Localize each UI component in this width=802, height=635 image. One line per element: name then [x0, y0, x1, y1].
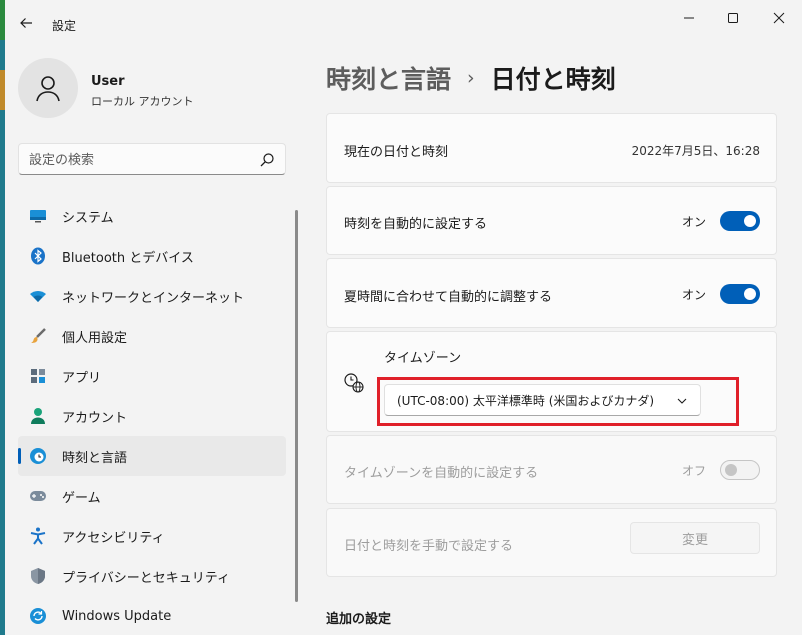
- wifi-icon: [29, 287, 47, 305]
- manual-datetime-label: 日付と時刻を手動で設定する: [344, 539, 514, 554]
- sidebar-item-label: ゲーム: [62, 490, 101, 506]
- sidebar-item-label: Bluetooth とデバイス: [62, 250, 194, 266]
- auto-timezone-card: タイムゾーンを自動的に設定する オフ: [326, 435, 777, 504]
- dst-toggle-group: オン: [682, 284, 760, 304]
- maximize-icon: [728, 13, 738, 23]
- person-icon: [29, 407, 47, 425]
- sidebar-item-label: アクセシビリティ: [62, 530, 165, 546]
- sidebar-item-gaming[interactable]: ゲーム: [18, 476, 286, 516]
- sidebar-item-accounts[interactable]: アカウント: [18, 396, 286, 436]
- shield-icon: [29, 567, 47, 585]
- search-icon[interactable]: [259, 152, 275, 168]
- sidebar-scrollbar[interactable]: [295, 210, 298, 602]
- minimize-icon: [684, 17, 694, 19]
- bluetooth-icon: [29, 247, 47, 265]
- sidebar-item-privacy[interactable]: プライバシーとセキュリティ: [18, 556, 286, 596]
- dst-toggle[interactable]: [720, 284, 760, 304]
- account-type: ローカル アカウント: [91, 95, 194, 108]
- auto-time-label: 時刻を自動的に設定する: [344, 217, 488, 232]
- auto-time-toggle-group: オン: [682, 211, 760, 231]
- person-icon: [36, 76, 60, 102]
- user-profile[interactable]: User ローカル アカウント: [18, 58, 288, 120]
- auto-time-state: オン: [681, 214, 706, 229]
- sidebar-item-network[interactable]: ネットワークとインターネット: [18, 276, 286, 316]
- apps-icon: [29, 367, 47, 385]
- additional-settings-heading: 追加の設定: [326, 612, 392, 627]
- sidebar-item-label: ネットワークとインターネット: [62, 290, 245, 306]
- sidebar-item-label: システム: [62, 210, 114, 226]
- accessibility-icon: [29, 527, 47, 545]
- close-icon: [773, 12, 785, 24]
- timezone-card: タイムゾーン (UTC-08:00) 太平洋標準時 (米国およびカナダ): [326, 331, 777, 432]
- current-datetime-label: 現在の日付と時刻: [344, 145, 449, 160]
- page-title: 日付と時刻: [490, 65, 616, 94]
- update-icon: [29, 607, 47, 625]
- sidebar-item-apps[interactable]: アプリ: [18, 356, 286, 396]
- search-box[interactable]: [18, 143, 286, 175]
- auto-time-card: 時刻を自動的に設定する オン: [326, 186, 777, 255]
- selection-indicator: [18, 448, 21, 464]
- sidebar-item-label: 時刻と言語: [62, 450, 128, 466]
- current-datetime-value: 2022年7月5日、16:28: [631, 144, 760, 158]
- timezone-selected-value: (UTC-08:00) 太平洋標準時 (米国およびカナダ): [397, 393, 655, 408]
- auto-timezone-toggle-group: オフ: [682, 460, 760, 480]
- timezone-dropdown[interactable]: (UTC-08:00) 太平洋標準時 (米国およびカナダ): [384, 384, 701, 416]
- clock-globe-icon: [344, 373, 364, 393]
- sidebar-item-accessibility[interactable]: アクセシビリティ: [18, 516, 286, 556]
- manual-datetime-card: 日付と時刻を手動で設定する 変更: [326, 508, 777, 577]
- sidebar-item-system[interactable]: システム: [18, 196, 286, 236]
- sidebar-nav: システム Bluetooth とデバイス ネットワークとインターネット 個人用設…: [18, 196, 286, 635]
- breadcrumb: 時刻と言語 › 日付と時刻: [326, 58, 616, 98]
- timezone-label: タイムゾーン: [384, 351, 462, 366]
- back-arrow-icon: [20, 18, 32, 28]
- app-title: 設定: [52, 19, 77, 33]
- user-name: User: [91, 74, 125, 89]
- dst-card: 夏時間に合わせて自動的に調整する オン: [326, 258, 777, 328]
- brush-icon: [29, 327, 47, 345]
- change-button[interactable]: 変更: [630, 522, 760, 554]
- back-button[interactable]: [15, 12, 37, 34]
- chevron-down-icon: [677, 398, 687, 404]
- sidebar-item-windows-update[interactable]: Windows Update: [18, 596, 286, 635]
- breadcrumb-separator: ›: [467, 67, 475, 89]
- clock-globe-icon: [29, 447, 47, 465]
- avatar: [18, 58, 78, 118]
- sidebar-item-label: アカウント: [62, 410, 128, 426]
- current-datetime-card: 現在の日付と時刻 2022年7月5日、16:28: [326, 113, 777, 183]
- title-bar: 設定: [5, 0, 802, 44]
- breadcrumb-parent[interactable]: 時刻と言語: [326, 60, 451, 96]
- sidebar-item-label: Windows Update: [62, 608, 172, 624]
- sidebar-item-time-language[interactable]: 時刻と言語: [18, 436, 286, 476]
- settings-window: 設定 User ローカル アカウント システム Bluetooth とデバイス: [5, 0, 802, 635]
- auto-timezone-label: タイムゾーンを自動的に設定する: [344, 466, 539, 481]
- sidebar-item-personalization[interactable]: 個人用設定: [18, 316, 286, 356]
- sidebar-item-label: プライバシーとセキュリティ: [62, 570, 230, 586]
- sidebar-item-bluetooth[interactable]: Bluetooth とデバイス: [18, 236, 286, 276]
- auto-time-toggle[interactable]: [720, 211, 760, 231]
- auto-timezone-toggle[interactable]: [720, 460, 760, 480]
- gamepad-icon: [29, 487, 47, 505]
- close-button[interactable]: [765, 8, 793, 28]
- sidebar-item-label: 個人用設定: [62, 330, 128, 346]
- search-input[interactable]: [29, 150, 249, 170]
- dst-state: オン: [681, 287, 706, 302]
- minimize-button[interactable]: [675, 8, 703, 28]
- dst-label: 夏時間に合わせて自動的に調整する: [344, 290, 553, 305]
- maximize-button[interactable]: [719, 8, 747, 28]
- sidebar-item-label: アプリ: [62, 370, 102, 386]
- auto-timezone-state: オフ: [681, 463, 706, 478]
- monitor-icon: [29, 207, 47, 225]
